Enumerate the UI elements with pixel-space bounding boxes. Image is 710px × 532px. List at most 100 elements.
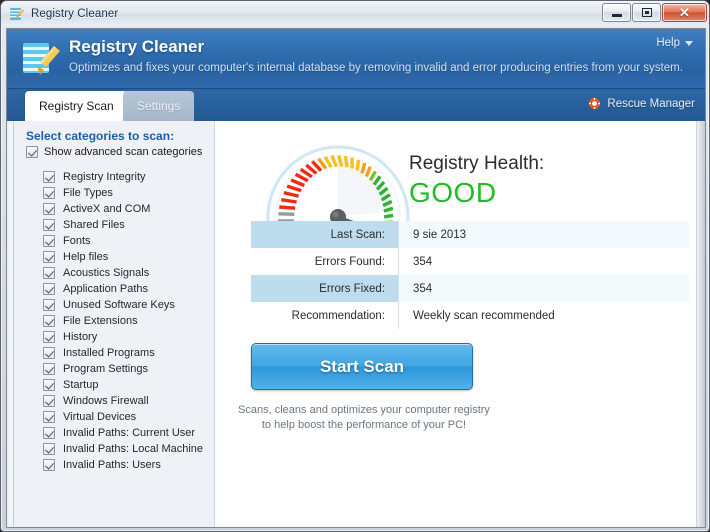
table-row: Errors Found: 354	[251, 248, 689, 275]
category-label: Fonts	[63, 235, 91, 247]
category-item[interactable]: Windows Firewall	[43, 393, 213, 409]
app-title: Registry Cleaner	[69, 37, 205, 56]
registry-health-label: Registry Health:	[409, 153, 545, 174]
tab-strip: Registry Scan Settings Rescue Manager	[7, 89, 705, 121]
categories-sidebar: Select categories to scan: Show advanced…	[7, 121, 215, 527]
category-item[interactable]: File Types	[43, 185, 213, 201]
category-item[interactable]: Invalid Paths: Local Machine	[43, 441, 213, 457]
category-label: File Extensions	[63, 315, 138, 327]
row-value: 354	[413, 255, 433, 268]
checkbox-icon[interactable]	[43, 363, 55, 375]
checkbox-icon[interactable]	[43, 171, 55, 183]
show-advanced-label: Show advanced scan categories	[44, 146, 203, 158]
rescue-manager-link[interactable]: Rescue Manager	[588, 97, 695, 110]
category-item[interactable]: Acoustics Signals	[43, 265, 213, 281]
category-item[interactable]: Shared Files	[43, 217, 213, 233]
window-title: Registry Cleaner	[31, 7, 119, 20]
window-controls: ✕	[602, 3, 707, 22]
checkbox-icon[interactable]	[43, 427, 55, 439]
checkbox-icon[interactable]	[26, 146, 38, 158]
category-label: Registry Integrity	[63, 171, 146, 183]
row-value: 9 sie 2013	[399, 221, 689, 248]
help-label: Help	[656, 37, 680, 49]
checkbox-icon[interactable]	[43, 267, 55, 279]
category-item[interactable]: Invalid Paths: Users	[43, 457, 213, 473]
category-label: History	[63, 331, 98, 343]
content-body: Select categories to scan: Show advanced…	[7, 121, 705, 527]
app-logo-icon	[21, 38, 61, 78]
checkbox-icon[interactable]	[43, 299, 55, 311]
main-panel: Registry Health: GOOD Last Scan: 9 sie 2…	[216, 121, 705, 527]
app-subtitle: Optimizes and fixes your computer's inte…	[69, 62, 683, 74]
category-label: Invalid Paths: Local Machine	[63, 443, 204, 455]
scan-description-line-1: Scans, cleans and optimizes your compute…	[238, 404, 490, 416]
checkbox-icon[interactable]	[43, 315, 55, 327]
category-label: Invalid Paths: Users	[63, 459, 161, 471]
category-item[interactable]: Virtual Devices	[43, 409, 213, 425]
category-label: Startup	[63, 379, 99, 391]
row-label: Recommendation:	[251, 302, 399, 329]
tab-settings[interactable]: Settings	[123, 91, 195, 121]
checkbox-icon[interactable]	[43, 203, 55, 215]
checkbox-icon[interactable]	[43, 251, 55, 263]
lifebuoy-icon	[588, 97, 601, 110]
category-label: Virtual Devices	[63, 411, 137, 423]
scan-description: Scans, cleans and optimizes your compute…	[236, 403, 492, 433]
checkbox-icon[interactable]	[43, 187, 55, 199]
category-item[interactable]: Application Paths	[43, 281, 213, 297]
category-label: Invalid Paths: Current User	[63, 427, 196, 439]
category-item[interactable]: Help files	[43, 249, 213, 265]
category-item[interactable]: Startup	[43, 377, 213, 393]
checkbox-icon[interactable]	[43, 235, 55, 247]
category-label: Installed Programs	[63, 347, 155, 359]
tab-registry-scan-label: Registry Scan	[39, 99, 114, 113]
start-scan-button[interactable]: Start Scan	[251, 343, 473, 390]
checkbox-icon[interactable]	[43, 379, 55, 391]
category-item[interactable]: Registry Integrity	[43, 169, 213, 185]
category-item[interactable]: ActiveX and COM	[43, 201, 213, 217]
row-label: Last Scan:	[251, 221, 399, 248]
category-label: Acoustics Signals	[63, 267, 150, 279]
scan-info-table: Last Scan: 9 sie 2013 Errors Found: 354 …	[251, 221, 689, 329]
row-value: 354	[399, 275, 689, 302]
minimize-button[interactable]	[602, 3, 631, 22]
category-label: Application Paths	[63, 283, 148, 295]
checkbox-icon[interactable]	[43, 283, 55, 295]
close-button[interactable]: ✕	[662, 3, 707, 22]
sidebar-heading: Select categories to scan:	[26, 129, 175, 143]
checkbox-icon[interactable]	[43, 331, 55, 343]
tab-settings-label: Settings	[137, 99, 181, 113]
checkbox-icon[interactable]	[43, 459, 55, 471]
application-window: Registry Cleaner ✕ Registry Cleaner Opti…	[0, 0, 710, 532]
category-item[interactable]: File Extensions	[43, 313, 213, 329]
table-row: Recommendation: Weekly scan recommended	[251, 302, 689, 329]
category-item[interactable]: Fonts	[43, 233, 213, 249]
close-icon: ✕	[679, 5, 690, 20]
checkbox-icon[interactable]	[43, 443, 55, 455]
checkbox-icon[interactable]	[43, 219, 55, 231]
category-label: ActiveX and COM	[63, 203, 151, 215]
row-value: Weekly scan recommended	[413, 309, 555, 322]
minimize-icon	[611, 14, 622, 17]
checkbox-icon[interactable]	[43, 347, 55, 359]
sidebar-left-edge	[7, 121, 14, 527]
chevron-down-icon	[685, 40, 693, 46]
category-label: Unused Software Keys	[63, 299, 175, 311]
category-list: Registry Integrity File Types ActiveX an…	[43, 169, 213, 473]
category-item[interactable]: Installed Programs	[43, 345, 213, 361]
table-row: Last Scan: 9 sie 2013	[251, 221, 689, 248]
checkbox-icon[interactable]	[43, 411, 55, 423]
help-menu[interactable]: Help	[656, 37, 693, 49]
start-scan-label: Start Scan	[319, 356, 405, 376]
category-item[interactable]: Unused Software Keys	[43, 297, 213, 313]
restore-button[interactable]	[632, 3, 661, 22]
category-item[interactable]: Program Settings	[43, 361, 213, 377]
tab-registry-scan[interactable]: Registry Scan	[25, 91, 128, 121]
row-label: Errors Fixed:	[251, 275, 399, 302]
category-item[interactable]: Invalid Paths: Current User	[43, 425, 213, 441]
checkbox-icon[interactable]	[43, 395, 55, 407]
show-advanced-toggle[interactable]: Show advanced scan categories	[26, 146, 202, 158]
title-bar: Registry Cleaner ✕	[1, 1, 709, 26]
category-item[interactable]: History	[43, 329, 213, 345]
vertical-scrollbar[interactable]	[696, 121, 705, 527]
